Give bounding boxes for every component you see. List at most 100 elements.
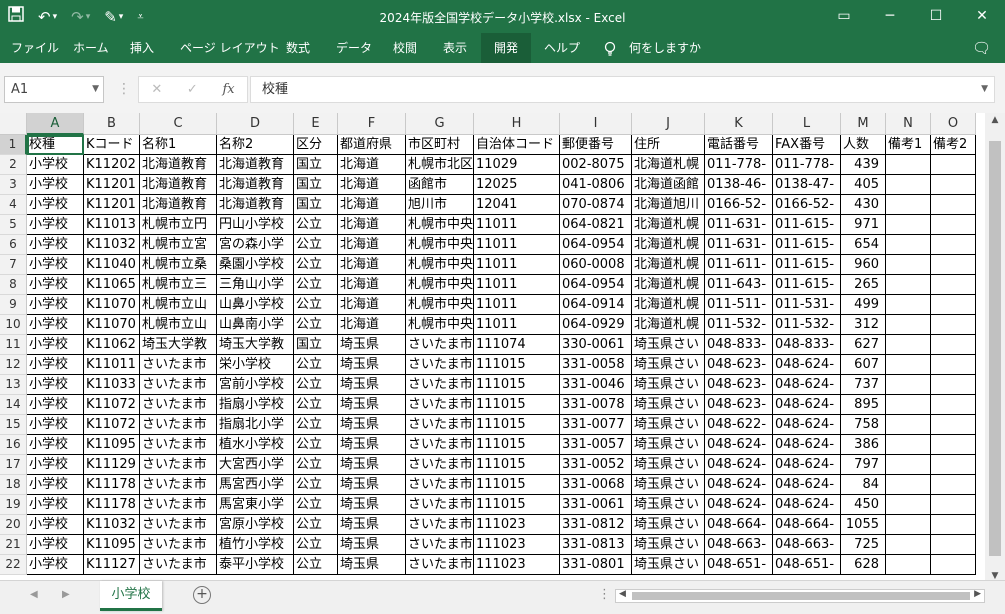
cell-school-type[interactable]: 小学校	[27, 415, 84, 435]
cell-category[interactable]: 国立	[294, 175, 338, 195]
cell-count[interactable]: 405	[841, 175, 886, 195]
cell-note2[interactable]	[931, 335, 976, 355]
cell-school-type[interactable]: 小学校	[27, 515, 84, 535]
cell-fax[interactable]: 048-664-	[773, 515, 841, 535]
cell-code[interactable]: K11178	[84, 475, 140, 495]
column-header-j[interactable]: J	[632, 113, 705, 135]
cell-school-type[interactable]: 小学校	[27, 315, 84, 335]
cell-municipality[interactable]: 札幌市中央	[406, 315, 474, 335]
cell-phone[interactable]: 011-778-	[705, 155, 773, 175]
cell-note1[interactable]	[886, 315, 931, 335]
header-cell-fax[interactable]: FAX番号	[773, 135, 841, 155]
cell-school-type[interactable]: 小学校	[27, 215, 84, 235]
cell-code[interactable]: K11065	[84, 275, 140, 295]
cell-postal-code[interactable]: 331-0052	[560, 455, 632, 475]
cell-count[interactable]: 499	[841, 295, 886, 315]
cell-prefecture[interactable]: 北海道	[338, 195, 406, 215]
cell-fax[interactable]: 011-615-	[773, 255, 841, 275]
cell-school-type[interactable]: 小学校	[27, 495, 84, 515]
cell-name1[interactable]: さいたま市	[140, 555, 217, 575]
name-box[interactable]: A1 ▼	[4, 76, 104, 103]
cell-note2[interactable]	[931, 355, 976, 375]
cell-name1[interactable]: 埼玉大学教	[140, 335, 217, 355]
cell-fax[interactable]: 011-532-	[773, 315, 841, 335]
cell-postal-code[interactable]: 002-8075	[560, 155, 632, 175]
cell-name2[interactable]: 宮原小学校	[217, 515, 294, 535]
vertical-scrollbar[interactable]: ▲ ▼	[985, 113, 1005, 588]
cell-gov-code[interactable]: 111015	[474, 435, 560, 455]
close-icon[interactable]: ✕	[959, 0, 1005, 33]
cell-municipality[interactable]: さいたま市	[406, 475, 474, 495]
cell-category[interactable]: 国立	[294, 195, 338, 215]
horizontal-scroll-thumb[interactable]	[632, 592, 970, 600]
cell-fax[interactable]: 048-624-	[773, 415, 841, 435]
cell-municipality[interactable]: さいたま市	[406, 415, 474, 435]
cell-gov-code[interactable]: 11011	[474, 295, 560, 315]
cell-note1[interactable]	[886, 555, 931, 575]
enter-icon[interactable]: ✓	[187, 82, 198, 97]
cell-name2[interactable]: 山鼻南小学	[217, 315, 294, 335]
cell-count[interactable]: 265	[841, 275, 886, 295]
comments-icon[interactable]: 🗨	[972, 33, 991, 63]
cell-address[interactable]: 北海道札幌	[632, 315, 705, 335]
cell-note1[interactable]	[886, 335, 931, 355]
cell-name1[interactable]: さいたま市	[140, 495, 217, 515]
cell-note1[interactable]	[886, 255, 931, 275]
cell-code[interactable]: K11202	[84, 155, 140, 175]
cell-municipality[interactable]: 函館市	[406, 175, 474, 195]
cell-address[interactable]: 埼玉県さい	[632, 535, 705, 555]
cell-gov-code[interactable]: 111074	[474, 335, 560, 355]
header-cell-count[interactable]: 人数	[841, 135, 886, 155]
cell-note2[interactable]	[931, 155, 976, 175]
cell-address[interactable]: 埼玉県さい	[632, 555, 705, 575]
cell-category[interactable]: 国立	[294, 155, 338, 175]
row-header-12[interactable]: 12	[0, 355, 27, 375]
cell-school-type[interactable]: 小学校	[27, 435, 84, 455]
cell-phone[interactable]: 011-631-	[705, 235, 773, 255]
insert-function-icon[interactable]: fx	[222, 82, 234, 97]
cell-note2[interactable]	[931, 195, 976, 215]
cell-address[interactable]: 北海道札幌	[632, 255, 705, 275]
header-cell-phone[interactable]: 電話番号	[705, 135, 773, 155]
sheet-prev-icon[interactable]: ◀	[30, 589, 38, 600]
scroll-right-icon[interactable]: ▶	[974, 589, 981, 599]
cell-name2[interactable]: 馬宮東小学	[217, 495, 294, 515]
cell-name1[interactable]: 札幌市立宮	[140, 235, 217, 255]
tab-formulas[interactable]: 数式	[286, 33, 310, 63]
cell-address[interactable]: 北海道旭川	[632, 195, 705, 215]
cell-category[interactable]: 公立	[294, 535, 338, 555]
cell-count[interactable]: 627	[841, 335, 886, 355]
cell-municipality[interactable]: 札幌市中央	[406, 215, 474, 235]
cell-name1[interactable]: 札幌市立山	[140, 295, 217, 315]
cell-category[interactable]: 公立	[294, 475, 338, 495]
cell-gov-code[interactable]: 11011	[474, 315, 560, 335]
cell-name2[interactable]: 円山小学校	[217, 215, 294, 235]
cell-count[interactable]: 607	[841, 355, 886, 375]
cell-fax[interactable]: 048-624-	[773, 435, 841, 455]
cell-code[interactable]: K11201	[84, 195, 140, 215]
cell-gov-code[interactable]: 12025	[474, 175, 560, 195]
cell-school-type[interactable]: 小学校	[27, 255, 84, 275]
minimize-icon[interactable]: ─	[867, 0, 913, 33]
cell-school-type[interactable]: 小学校	[27, 555, 84, 575]
cell-name1[interactable]: 北海道教育	[140, 195, 217, 215]
cell-name1[interactable]: さいたま市	[140, 475, 217, 495]
column-header-b[interactable]: B	[84, 113, 140, 135]
scroll-up-icon[interactable]: ▲	[985, 115, 1005, 125]
cell-postal-code[interactable]: 331-0801	[560, 555, 632, 575]
cell-postal-code[interactable]: 064-0914	[560, 295, 632, 315]
row-header-11[interactable]: 11	[0, 335, 27, 355]
cell-phone[interactable]: 048-664-	[705, 515, 773, 535]
row-header-20[interactable]: 20	[0, 515, 27, 535]
column-header-e[interactable]: E	[294, 113, 338, 135]
cell-municipality[interactable]: 札幌市中央	[406, 295, 474, 315]
cell-category[interactable]: 公立	[294, 515, 338, 535]
cell-category[interactable]: 公立	[294, 255, 338, 275]
select-all-corner[interactable]	[0, 113, 27, 135]
column-header-f[interactable]: F	[338, 113, 406, 135]
cell-fax[interactable]: 048-624-	[773, 475, 841, 495]
cell-prefecture[interactable]: 埼玉県	[338, 495, 406, 515]
cell-school-type[interactable]: 小学校	[27, 175, 84, 195]
cell-note1[interactable]	[886, 175, 931, 195]
cell-phone[interactable]: 011-532-	[705, 315, 773, 335]
